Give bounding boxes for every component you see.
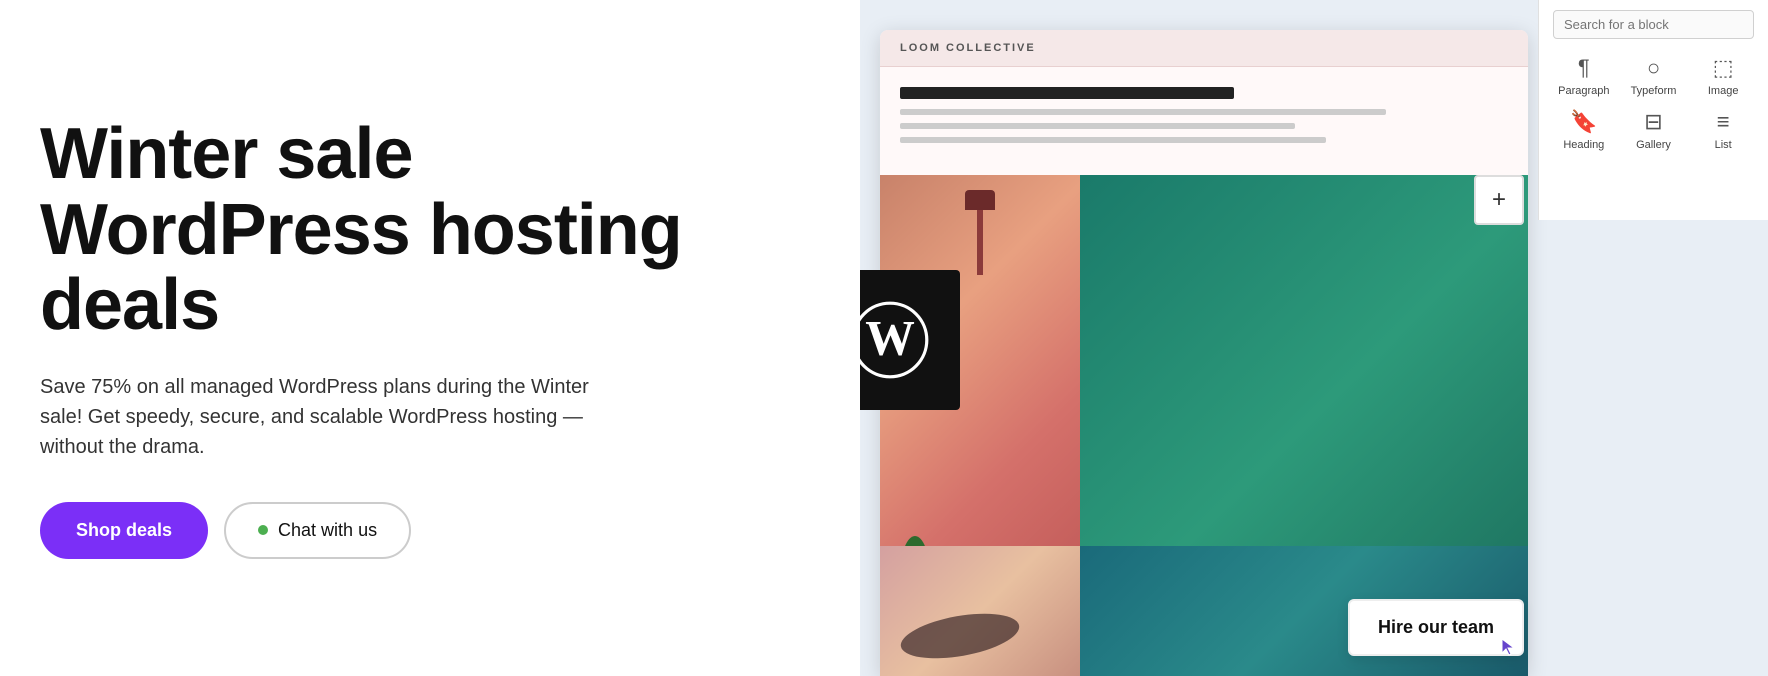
add-block-button[interactable]: + [1474,175,1524,225]
list-label: List [1715,139,1732,151]
typeform-icon: ○ [1647,55,1660,81]
hero-title: Winter sale WordPress hosting deals [40,117,800,344]
shop-deals-button[interactable]: Shop deals [40,502,208,559]
editor-body-line-2 [900,123,1295,129]
block-picker-panel: ¶ Paragraph ○ Typeform ⬚ Image 🔖 Heading… [1538,0,1768,220]
heading-label: Heading [1563,139,1604,151]
editor-content-area [880,67,1528,171]
hero-description: Save 75% on all managed WordPress plans … [40,372,620,462]
block-item-heading[interactable]: 🔖 Heading [1553,109,1615,151]
editor-heading-line [900,87,1234,99]
cta-row: Shop deals Chat with us [40,502,800,559]
bottom-gallery-image-1 [880,546,1080,676]
heading-icon: 🔖 [1570,109,1597,135]
gallery-label: Gallery [1636,139,1671,151]
figure-person [897,606,1022,666]
block-item-image[interactable]: ⬚ Image [1692,55,1754,97]
chat-status-dot [258,525,268,535]
paragraph-icon: ¶ [1578,55,1590,81]
svg-text:W: W [865,310,915,365]
gallery-icon: ⊟ [1644,109,1662,135]
room-lamp [977,195,983,275]
editor-body-line-3 [900,137,1326,143]
paragraph-label: Paragraph [1558,85,1609,97]
image-icon: ⬚ [1713,55,1734,81]
typeform-label: Typeform [1631,85,1677,97]
block-search-input[interactable] [1553,10,1754,39]
editor-site-name: LOOM COLLECTIVE [880,30,1528,67]
block-item-typeform[interactable]: ○ Typeform [1623,55,1685,97]
right-panel: ¶ Paragraph ○ Typeform ⬚ Image 🔖 Heading… [860,0,1768,676]
chat-button-label: Chat with us [278,520,377,541]
list-icon: ≡ [1717,109,1730,135]
cursor-icon [1500,637,1520,657]
wordpress-logo-svg: W [860,300,930,380]
block-item-gallery[interactable]: ⊟ Gallery [1623,109,1685,151]
hire-our-team-button[interactable]: Hire our team [1348,599,1524,656]
block-item-list[interactable]: ≡ List [1692,109,1754,151]
cursor-indicator [1500,637,1520,662]
editor-body-line-1 [900,109,1386,115]
left-panel: Winter sale WordPress hosting deals Save… [0,0,860,676]
image-label: Image [1708,85,1739,97]
block-grid: ¶ Paragraph ○ Typeform ⬚ Image 🔖 Heading… [1553,55,1754,151]
chat-with-us-button[interactable]: Chat with us [224,502,411,559]
wordpress-logo-block: W [860,270,960,410]
block-item-paragraph[interactable]: ¶ Paragraph [1553,55,1615,97]
